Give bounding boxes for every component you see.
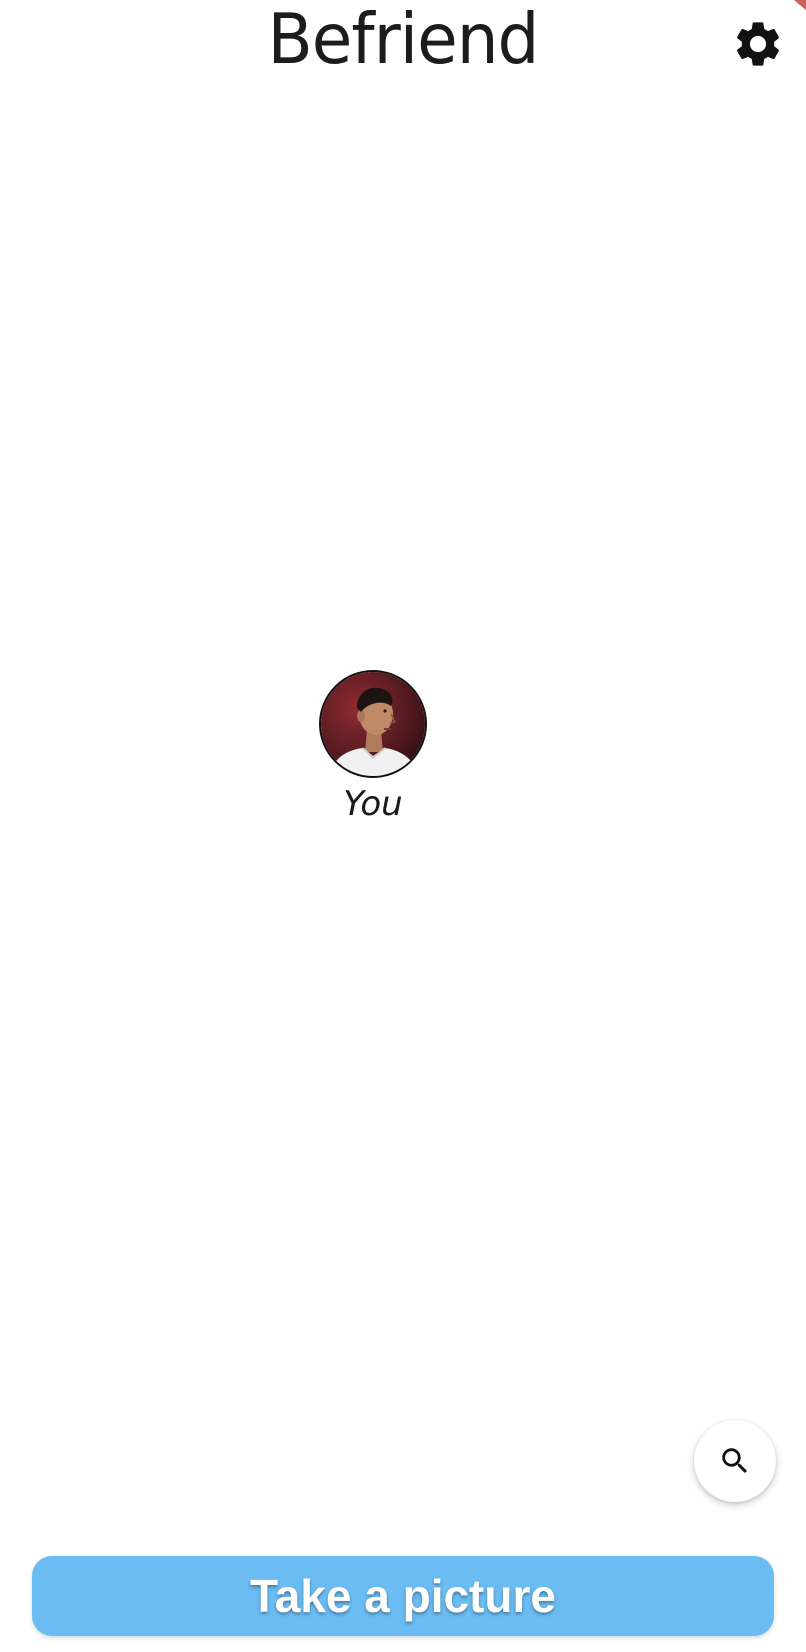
self-node[interactable]: You bbox=[317, 670, 429, 824]
search-icon bbox=[722, 1448, 748, 1474]
settings-button[interactable] bbox=[730, 16, 786, 72]
search-button[interactable] bbox=[694, 1420, 776, 1502]
page-title: Befriend bbox=[267, 0, 540, 80]
profile-photo bbox=[321, 672, 425, 776]
take-picture-button[interactable]: Take a picture bbox=[32, 1556, 774, 1636]
node-label-you: You bbox=[343, 784, 403, 824]
take-picture-label: Take a picture bbox=[250, 1570, 556, 1622]
avatar[interactable] bbox=[319, 670, 427, 778]
gear-icon bbox=[736, 22, 780, 66]
